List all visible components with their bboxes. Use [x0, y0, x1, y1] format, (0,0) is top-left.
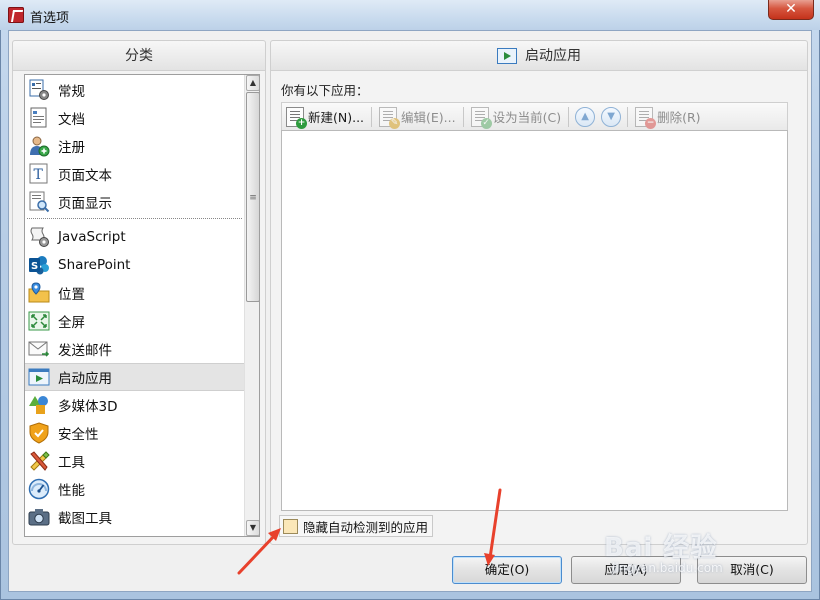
tools-icon: [28, 450, 50, 472]
mail-icon: [28, 338, 50, 360]
toolbar-separator: [568, 106, 570, 127]
categories-list[interactable]: 常规 文档 注册 T 页面文本 页面显示 JavaScript S ShareP…: [24, 74, 260, 537]
edit-doc-icon: ✎: [379, 106, 401, 129]
move-down-icon[interactable]: ▼: [601, 106, 622, 127]
apps-list[interactable]: [281, 130, 788, 511]
category-item-launch-app[interactable]: 启动应用: [25, 363, 244, 391]
apps-list-label: 你有以下应用：: [281, 83, 369, 98]
close-button[interactable]: ✕: [768, 0, 814, 20]
delete-doc-icon: −: [635, 106, 657, 129]
category-label: 安全性: [58, 427, 99, 443]
scroll-down-arrow-icon[interactable]: ▼: [246, 520, 259, 536]
sharepoint-icon: S: [28, 254, 50, 276]
category-item-security[interactable]: 安全性: [25, 419, 244, 447]
category-item-location[interactable]: 位置: [25, 279, 244, 307]
new-doc-icon: +: [286, 106, 307, 129]
launch-app-title: 启动应用: [525, 47, 581, 64]
category-label: 工具: [58, 455, 85, 471]
category-item-sharepoint[interactable]: S SharePoint: [25, 251, 244, 279]
category-item-page-display[interactable]: 页面显示: [25, 188, 244, 216]
category-item-tools[interactable]: 工具: [25, 447, 244, 475]
user-add-icon: [28, 135, 50, 157]
category-item-javascript[interactable]: JavaScript: [25, 223, 244, 251]
category-item-register[interactable]: 注册: [25, 132, 244, 160]
set-current-button[interactable]: ✓ 设为当前(C): [467, 104, 565, 130]
categories-scrollbar[interactable]: ▲ ≡ ▼: [244, 75, 259, 536]
ok-button[interactable]: 确定(O): [452, 556, 562, 584]
apps-toolbar: + 新建(N)... ✎ 编辑(E)... ✓ 设为当前(C) ▲ ▼ − 删除…: [281, 102, 788, 130]
svg-text:T: T: [34, 167, 44, 183]
category-label: 多媒体3D: [58, 399, 118, 415]
play-app-icon: [497, 47, 517, 64]
fullscreen-icon: [28, 310, 50, 332]
shapes-3d-icon: [28, 394, 50, 416]
delete-app-label: 删除(R): [657, 110, 701, 125]
categories-header: 分类: [13, 41, 265, 71]
page-zoom-icon: [28, 191, 50, 213]
category-label: SharePoint: [58, 257, 131, 273]
launch-app-header: 启动应用: [271, 41, 807, 71]
category-item-page-text[interactable]: T 页面文本: [25, 160, 244, 188]
edit-app-label: 编辑(E)...: [401, 110, 456, 125]
play-app-icon: [28, 366, 50, 388]
delete-app-button[interactable]: − 删除(R): [631, 104, 704, 130]
category-label: 常规: [58, 84, 85, 100]
title-bar[interactable]: 首选项 ✕: [0, 0, 820, 30]
category-item-send-mail[interactable]: 发送邮件: [25, 335, 244, 363]
new-app-label: 新建(N)...: [308, 110, 365, 125]
edit-app-button[interactable]: ✎ 编辑(E)...: [375, 104, 460, 130]
category-item-multimedia-3d[interactable]: 多媒体3D: [25, 391, 244, 419]
hide-detected-apps-checkbox[interactable]: [283, 518, 298, 534]
toolbar-separator: [371, 106, 373, 127]
category-item-document[interactable]: 文档: [25, 104, 244, 132]
gauge-icon: [28, 478, 50, 500]
set-current-label: 设为当前(C): [492, 110, 562, 125]
text-T-icon: T: [28, 163, 50, 185]
toolbar-separator: [462, 106, 464, 127]
camera-icon: [28, 506, 50, 528]
category-item-fullscreen[interactable]: 全屏: [25, 307, 244, 335]
folder-pin-icon: [28, 282, 50, 304]
new-app-button[interactable]: + 新建(N)...: [282, 104, 368, 130]
category-label: 页面显示: [58, 196, 112, 212]
category-label: 性能: [58, 483, 85, 499]
check-doc-icon: ✓: [470, 106, 492, 129]
move-up-icon[interactable]: ▲: [575, 106, 596, 127]
category-label: 注册: [58, 140, 85, 156]
window-title: 首选项: [30, 11, 70, 26]
category-label: 位置: [58, 287, 85, 303]
hide-detected-apps-option[interactable]: 隐藏自动检测到的应用: [279, 515, 434, 537]
category-label: 文档: [58, 112, 85, 128]
app-logo-icon: [8, 7, 24, 23]
toolbar-separator: [627, 106, 629, 127]
category-label: 截图工具: [58, 511, 112, 527]
category-item-snapshot-tool[interactable]: 截图工具: [25, 503, 244, 531]
category-label: 页面文本: [58, 168, 112, 184]
shield-icon: [28, 422, 50, 444]
scroll-up-arrow-icon[interactable]: ▲: [246, 75, 259, 91]
hide-detected-apps-label: 隐藏自动检测到的应用: [303, 519, 429, 535]
category-separator: [27, 218, 242, 219]
category-label: 启动应用: [58, 371, 112, 387]
category-item-general[interactable]: 常规: [25, 76, 244, 104]
category-item-performance[interactable]: 性能: [25, 475, 244, 503]
category-label: JavaScript: [58, 229, 126, 245]
document-icon: [28, 107, 50, 129]
script-gear-icon: [28, 226, 50, 248]
watermark-brand: Bai 经验: [604, 533, 718, 563]
svg-text:S: S: [31, 261, 38, 272]
gear-doc-icon: [28, 79, 50, 101]
category-label: 发送邮件: [58, 343, 112, 359]
scroll-thumb[interactable]: ≡: [246, 92, 259, 302]
category-label: 全屏: [58, 315, 85, 331]
watermark-url: jingyan.baidu.com: [612, 561, 723, 575]
